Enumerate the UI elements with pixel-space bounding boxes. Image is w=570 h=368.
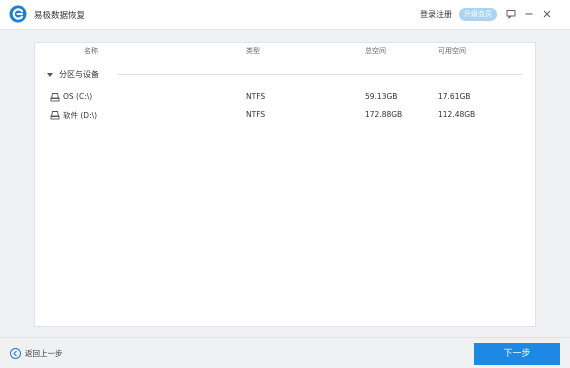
table-row[interactable]: 软件 (D:\) NTFS 172.88GB 112.48GB xyxy=(35,107,535,123)
row-type: NTFS xyxy=(246,110,266,119)
group-header[interactable]: 分区与设备 xyxy=(47,69,99,80)
group-label: 分区与设备 xyxy=(59,70,99,79)
app-title: 易极数据恢复 xyxy=(34,11,86,21)
back-button[interactable]: 返回上一步 xyxy=(10,348,63,359)
upgrade-member-button[interactable]: 升级会员 xyxy=(459,8,497,21)
back-arrow-icon[interactable] xyxy=(10,348,21,359)
group-divider xyxy=(118,74,522,75)
row-total: 172.88GB xyxy=(365,110,403,119)
disk-icon xyxy=(50,93,60,102)
collapse-caret-icon[interactable] xyxy=(47,72,53,77)
table-header: 名称 类型 总空间 可用空间 xyxy=(35,43,535,59)
row-type: NTFS xyxy=(246,92,266,101)
footer-bar: 返回上一步 下一步 xyxy=(0,337,570,368)
row-name: OS (C:\) xyxy=(63,92,93,101)
row-free: 112.48GB xyxy=(438,110,476,119)
disk-icon xyxy=(50,111,60,120)
minimize-icon[interactable] xyxy=(523,7,535,21)
column-header-free[interactable]: 可用空间 xyxy=(438,46,466,56)
feedback-icon[interactable] xyxy=(505,7,517,21)
back-label[interactable]: 返回上一步 xyxy=(25,348,63,359)
row-free: 17.61GB xyxy=(438,92,471,101)
row-name: 软件 (D:\) xyxy=(63,111,98,120)
column-header-name[interactable]: 名称 xyxy=(84,46,98,56)
next-step-button[interactable]: 下一步 xyxy=(474,343,560,365)
row-total: 59.13GB xyxy=(365,92,398,101)
app-logo-icon xyxy=(9,5,27,23)
column-header-total[interactable]: 总空间 xyxy=(365,46,386,56)
column-header-type[interactable]: 类型 xyxy=(246,46,260,56)
table-row[interactable]: OS (C:\) NTFS 59.13GB 17.61GB xyxy=(35,89,535,105)
close-icon[interactable] xyxy=(541,7,553,21)
title-bar: 易极数据恢复 登录注册 升级会员 xyxy=(0,0,570,30)
login-register-link[interactable]: 登录注册 xyxy=(420,9,452,20)
partition-panel: 名称 类型 总空间 可用空间 分区与设备 OS (C:\) NTFS 59.13… xyxy=(34,42,536,327)
